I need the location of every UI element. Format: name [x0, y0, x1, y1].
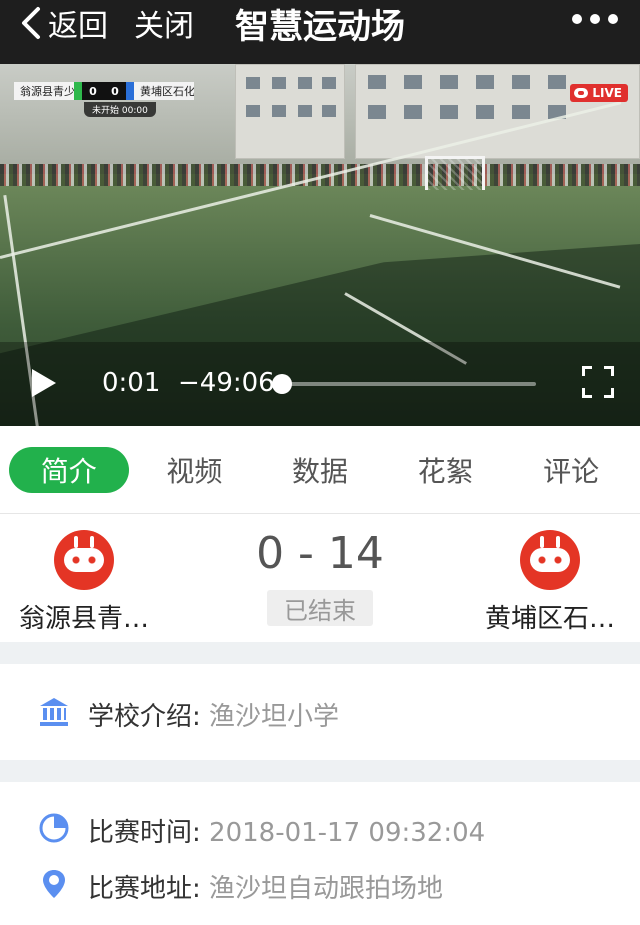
- section-divider: [0, 760, 640, 782]
- tab-intro[interactable]: 简介: [8, 446, 129, 493]
- school-intro-row[interactable]: 学校介绍: 渔沙坦小学: [0, 664, 640, 760]
- live-icon: [574, 88, 589, 98]
- tab-bar: 简介 视频 数据 花絮 评论: [0, 426, 640, 514]
- school-value: 渔沙坦小学: [209, 702, 340, 732]
- match-status-badge: 已结束: [267, 590, 373, 626]
- scoreboard-away-score: 0: [104, 82, 126, 100]
- tab-comments[interactable]: 评论: [511, 447, 631, 493]
- clock-icon: [39, 813, 69, 843]
- scoreboard-home-team: 翁源县青少年宫: [14, 82, 74, 100]
- tab-highlights[interactable]: 花絮: [386, 447, 506, 493]
- school-label-text: 学校介绍: 渔沙坦小学: [88, 696, 339, 733]
- away-team[interactable]: 黄埔区石…: [470, 530, 630, 635]
- video-goal: [425, 156, 485, 190]
- top-nav-bar: 返回 关闭 智慧运动场: [0, 0, 640, 64]
- home-team-name: 翁源县青…: [18, 604, 149, 634]
- progress-knob[interactable]: [272, 374, 292, 394]
- fullscreen-icon[interactable]: [582, 366, 614, 398]
- match-time-text: 比赛时间: 2018-01-17 09:32:04: [88, 812, 485, 849]
- tab-video[interactable]: 视频: [134, 447, 254, 493]
- match-address-label: 比赛地址:: [88, 874, 201, 904]
- match-time-value: 2018-01-17 09:32:04: [209, 818, 486, 848]
- scoreboard-away-team: 黄埔区石化小学: [134, 82, 194, 100]
- match-address-text: 比赛地址: 渔沙坦自动跟拍场地: [88, 868, 443, 905]
- school-label: 学校介绍:: [88, 702, 201, 732]
- away-team-name: 黄埔区石…: [484, 604, 615, 634]
- scoreboard-home-score: 0: [82, 82, 104, 100]
- match-address-value: 渔沙坦自动跟拍场地: [209, 874, 444, 904]
- location-pin-icon: [43, 870, 65, 898]
- match-address-row: 比赛地址: 渔沙坦自动跟拍场地: [0, 862, 640, 906]
- away-team-logo: [520, 530, 580, 590]
- video-scoreboard: 翁源县青少年宫 0 0 黄埔区石化小学: [14, 82, 194, 100]
- home-team[interactable]: 翁源县青…: [4, 530, 164, 635]
- live-label: LIVE: [592, 86, 622, 100]
- video-controls: 0:01 −49:06: [0, 342, 640, 426]
- progress-track[interactable]: [272, 374, 536, 394]
- video-building: [235, 64, 345, 159]
- scoreboard-status: 未开始 00:00: [84, 102, 156, 117]
- section-divider: [0, 642, 640, 664]
- remaining-time: −49:06: [178, 368, 275, 398]
- current-time: 0:01: [102, 368, 161, 398]
- match-time-row: 比赛时间: 2018-01-17 09:32:04: [0, 806, 640, 850]
- tab-data[interactable]: 数据: [260, 447, 380, 493]
- match-score: 0 - 14: [256, 528, 384, 579]
- video-player[interactable]: 翁源县青少年宫 0 0 黄埔区石化小学 未开始 00:00 LIVE 0:01 …: [0, 64, 640, 426]
- match-summary: 翁源县青… 0 - 14 已结束 黄埔区石…: [0, 514, 640, 642]
- more-icon[interactable]: [572, 14, 618, 24]
- live-badge: LIVE: [570, 84, 628, 102]
- play-icon[interactable]: [32, 369, 56, 397]
- home-team-logo: [54, 530, 114, 590]
- video-building: [355, 64, 640, 159]
- page-title: 智慧运动场: [235, 6, 405, 47]
- bank-icon: [40, 698, 68, 726]
- match-time-label: 比赛时间:: [88, 818, 201, 848]
